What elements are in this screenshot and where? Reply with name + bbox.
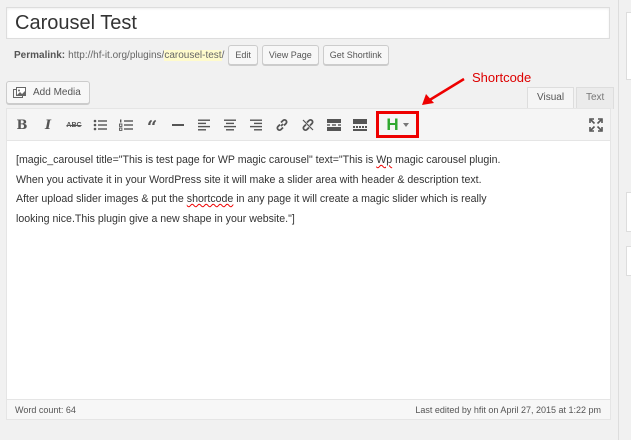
content-text: in any page it will create a magic slide… [233, 193, 487, 205]
sidebar-box [626, 246, 631, 276]
edit-permalink-button[interactable]: Edit [228, 45, 258, 65]
bold-icon[interactable]: B [13, 116, 31, 134]
tab-visual[interactable]: Visual [527, 87, 575, 109]
content-line-1: [magic_carousel title="This is test page… [16, 151, 606, 171]
post-editor: B I ABC “ H [magic_carousel title="This … [6, 108, 611, 420]
content-line-2: When you activate it in your WordPress s… [16, 173, 482, 186]
italic-icon[interactable]: I [39, 116, 57, 134]
permalink-row: Permalink: http://hf-it.org/plugins/caro… [14, 44, 389, 66]
editor-status-bar: Word count: 64 Last edited by hfit on Ap… [7, 399, 610, 419]
sidebar-box [626, 192, 631, 232]
shortcode-icon: H [386, 114, 399, 134]
sidebar-box [626, 12, 631, 80]
content-text: After upload slider images & put the [16, 193, 187, 205]
content-line-3: After upload slider images & put the sho… [16, 190, 606, 210]
link-icon[interactable] [273, 116, 291, 134]
permalink-url-prefix: http://hf-it.org/plugins/ [68, 49, 165, 61]
permalink-slug[interactable]: carousel-test [164, 49, 222, 61]
horizontal-line-icon[interactable] [169, 116, 187, 134]
shortcode-button[interactable]: H [376, 111, 419, 138]
permalink-label: Permalink: [14, 49, 66, 61]
blockquote-icon[interactable]: “ [143, 116, 161, 137]
chevron-down-icon [402, 122, 409, 127]
post-title-input[interactable]: Carousel Test [6, 7, 610, 39]
read-more-icon[interactable] [325, 116, 343, 134]
editor-content[interactable]: [magic_carousel title="This is test page… [16, 151, 606, 229]
toolbar-toggle-icon[interactable] [351, 116, 369, 134]
content-text: magic carousel plugin. [392, 154, 501, 166]
add-media-button[interactable]: Add Media [6, 81, 90, 104]
last-edited-info: Last edited by hfit on April 27, 2015 at… [415, 404, 601, 415]
align-left-icon[interactable] [195, 116, 213, 134]
content-text: [magic_carousel title="This is test page… [16, 154, 377, 166]
view-page-button[interactable]: View Page [261, 45, 319, 65]
unlink-icon[interactable] [299, 116, 317, 134]
editor-toolbar: B I ABC “ H [7, 109, 610, 141]
tab-text[interactable]: Text [576, 87, 615, 109]
misspelled-word: shortcode [186, 193, 234, 205]
annotation-arrow-icon [422, 77, 465, 105]
media-icon [13, 86, 27, 99]
align-center-icon[interactable] [221, 116, 239, 134]
bulleted-list-icon[interactable] [91, 116, 109, 134]
get-shortlink-button[interactable]: Get Shortlink [322, 45, 389, 65]
shortcode-annotation-label: Shortcode [472, 70, 532, 85]
fullscreen-icon[interactable] [587, 116, 605, 134]
content-line-4: looking nice.This plugin give a new shap… [16, 212, 295, 225]
add-media-label: Add Media [33, 87, 81, 98]
align-right-icon[interactable] [247, 116, 265, 134]
numbered-list-icon[interactable] [117, 116, 135, 134]
word-count: Word count: 64 [15, 404, 76, 415]
misspelled-word: Wp [376, 154, 393, 166]
permalink-url-suffix: / [221, 49, 225, 61]
strikethrough-icon[interactable]: ABC [65, 116, 83, 134]
